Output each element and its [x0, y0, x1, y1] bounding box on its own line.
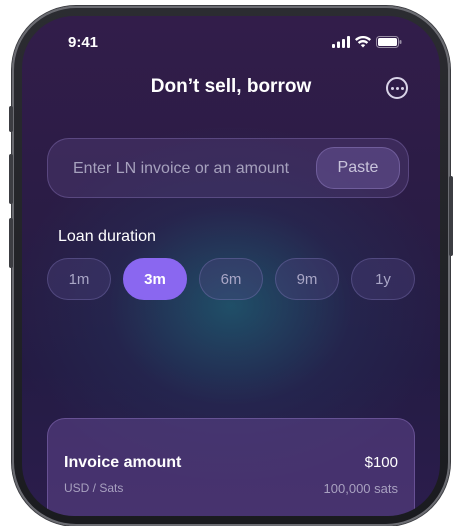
invoice-amount-title: Invoice amount [64, 454, 182, 471]
duration-option-1m[interactable]: 1m [47, 258, 111, 300]
invoice-amount-sats: 100,000 sats [323, 481, 398, 496]
more-options-icon[interactable] [386, 77, 408, 99]
invoice-input[interactable]: Enter LN invoice or an amount Paste [47, 138, 409, 198]
paste-button[interactable]: Paste [316, 147, 400, 189]
duration-option-3m[interactable]: 3m [123, 258, 187, 300]
cellular-signal-icon [332, 36, 350, 48]
page-title: Don’t sell, borrow [150, 76, 312, 97]
app-screen: 9:41 Don’t sell, borrow Enter LN invoice… [22, 16, 440, 516]
status-bar: 9:41 [22, 16, 440, 64]
status-icons [332, 36, 402, 48]
mute-switch [9, 106, 13, 132]
battery-icon [376, 36, 402, 48]
loan-duration-label: Loan duration [58, 228, 156, 245]
invoice-units-toggle[interactable]: USD / Sats [64, 481, 123, 495]
volume-up-button [9, 154, 13, 204]
invoice-input-placeholder: Enter LN invoice or an amount [73, 160, 290, 177]
invoice-amount-usd: $100 [364, 454, 398, 471]
invoice-amount-card: Invoice amount $100 USD / Sats 100,000 s… [47, 418, 415, 516]
power-button [449, 176, 453, 256]
status-time: 9:41 [68, 34, 99, 51]
wifi-icon [355, 36, 371, 48]
volume-down-button [9, 218, 13, 268]
duration-option-1y[interactable]: 1y [351, 258, 415, 300]
duration-option-6m[interactable]: 6m [199, 258, 263, 300]
loan-duration-selector: 1m 3m 6m 9m 1y [47, 258, 415, 300]
duration-option-9m[interactable]: 9m [275, 258, 339, 300]
